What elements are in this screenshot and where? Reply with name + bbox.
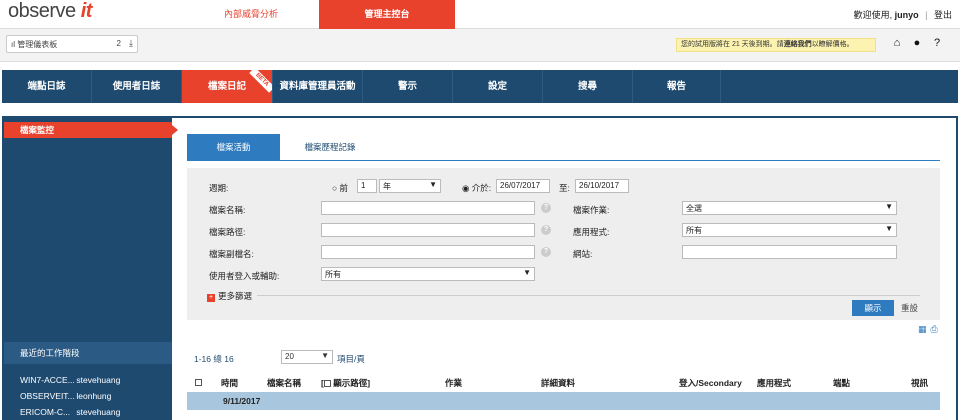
nav-settings[interactable]: 設定 [453, 70, 543, 103]
contact-us-link[interactable]: 連絡我們 [784, 41, 812, 48]
website-label: 網站: [573, 249, 593, 259]
nav-alerts[interactable]: 警示 [363, 70, 453, 103]
reset-button[interactable]: 重設 [901, 300, 918, 316]
dashboard-selector[interactable]: ıl 管理儀表板 2 ⤓ [6, 35, 138, 53]
login-select[interactable]: 所有 ▼ [321, 267, 535, 281]
filename-input[interactable] [321, 201, 535, 215]
website-input[interactable] [682, 245, 897, 259]
session-host: ERICOM-C... [20, 407, 71, 417]
table-header: 時間 檔案名稱 [ 顯示路徑] 作業 詳細資料 登入/Secondary 應用程… [187, 374, 940, 390]
tab-admin-console[interactable]: 管理主控台 [319, 0, 455, 29]
recent-session[interactable]: ERICOM-C... stevehuang [20, 407, 170, 417]
application-label: 應用程式: [573, 227, 610, 237]
col-time[interactable]: 時間 [221, 377, 238, 389]
content-frame: 檔案監控 最近的工作階段 WIN7-ACCE... stevehuang OBS… [2, 116, 958, 420]
prev-unit-select[interactable]: 年 ▼ [379, 179, 441, 193]
bar-chart-icon: ıl [11, 40, 15, 49]
utility-icons: ⌂ ●? [890, 37, 950, 49]
plus-icon: + [207, 294, 215, 302]
beta-badge: BETA [249, 70, 272, 93]
sidebar: 檔案監控 最近的工作階段 WIN7-ACCE... stevehuang OBS… [4, 118, 178, 420]
help-icon[interactable]: ? [541, 203, 551, 213]
session-user: leonhung [76, 391, 112, 401]
nav-file-log[interactable]: 檔案日記 BETA [182, 70, 273, 103]
col-details[interactable]: 詳細資料 [541, 377, 575, 389]
col-filename[interactable]: 檔案名稱 [267, 377, 301, 389]
welcome-text: 歡迎使用, [853, 10, 893, 20]
period-prev-radio[interactable]: ○ 前 [332, 182, 348, 194]
col-operation[interactable]: 作業 [445, 377, 462, 389]
extension-input[interactable] [321, 245, 535, 259]
nav-reports[interactable]: 報告 [633, 70, 721, 103]
filepath-input[interactable] [321, 223, 535, 237]
nav-endpoint-log[interactable]: 端點日誌 [2, 70, 92, 103]
per-page-select[interactable]: 20 ▼ [281, 350, 333, 364]
export-icons: ▦ ⎙ [914, 324, 938, 335]
welcome-area: 歡迎使用, junyo | 登出 [853, 10, 952, 20]
session-host: WIN7-ACCE... [20, 375, 74, 385]
home-icon[interactable]: ⌂ [890, 37, 904, 49]
file-operation-select[interactable]: 全選 ▼ [682, 201, 897, 215]
recent-sessions-title: 最近的工作階段 [4, 342, 172, 364]
lightbulb-icon[interactable]: ● [910, 37, 924, 49]
more-filters-divider [257, 295, 920, 296]
extension-label: 檔案副檔名: [209, 249, 254, 259]
trial-notice: 您的試用版將在 21 天後到期。請連絡我們以瞭解價格。 [676, 38, 876, 52]
nav-search[interactable]: 搜尋 [543, 70, 633, 103]
sidebar-item-file-monitor[interactable]: 檔案監控 [4, 122, 178, 138]
to-label: 至: [559, 183, 570, 193]
main-nav: 端點日誌 使用者日誌 檔案日記 BETA 資料庫管理員活動 警示 設定 搜尋 報… [2, 70, 958, 103]
tab-divider [187, 160, 940, 161]
excel-export-icon[interactable]: ▦ [918, 324, 927, 335]
date-from-input[interactable]: 26/07/2017 [496, 179, 550, 193]
session-user: stevehuang [76, 407, 121, 417]
col-login[interactable]: 登入/Secondary [679, 377, 742, 389]
observeit-logo[interactable]: observe it [8, 0, 92, 23]
top-header: observe it 內部威脅分析 管理主控台 歡迎使用, junyo | 登出 [0, 0, 960, 29]
prev-count-input[interactable]: 1 [357, 179, 377, 193]
show-button[interactable]: 顯示 [852, 300, 894, 316]
period-label: 週期: [209, 183, 229, 193]
per-page-label: 項目/頁 [337, 354, 365, 364]
select-all-checkbox[interactable] [195, 377, 202, 387]
nav-dba-activity[interactable]: 資料庫管理員活動 [273, 70, 363, 103]
logout-link[interactable]: 登出 [934, 10, 952, 20]
session-user: stevehuang [76, 375, 121, 385]
help-icon[interactable]: ? [541, 247, 551, 257]
period-between-radio[interactable]: ◉ 介於: [462, 182, 491, 194]
sub-toolbar: ıl 管理儀表板 2 ⤓ 您的試用版將在 21 天後到期。請連絡我們以瞭解價格。… [0, 29, 960, 62]
file-operation-label: 檔案作業: [573, 205, 610, 215]
paging-summary: 1-16 總 16 [194, 354, 234, 364]
more-filters-toggle[interactable]: + 更多篩選 [207, 290, 252, 302]
filename-label: 檔案名稱: [209, 205, 246, 215]
tab-file-history[interactable]: 檔案歷程記錄 [280, 134, 380, 160]
col-application[interactable]: 應用程式 [757, 377, 791, 389]
date-to-input[interactable]: 26/10/2017 [575, 179, 629, 193]
filepath-label: 檔案路徑: [209, 227, 246, 237]
help-icon[interactable]: ? [541, 225, 551, 235]
application-select[interactable]: 所有 ▼ [682, 223, 897, 237]
print-icon[interactable]: ⎙ [931, 324, 938, 335]
tab-file-activity[interactable]: 檔案活動 [187, 134, 280, 160]
filter-panel: 週期: ○ 前 1 年 ▼ ◉ 介於: 26/07/2017 至: 26/10/2… [187, 168, 940, 320]
recent-session[interactable]: WIN7-ACCE... stevehuang [20, 375, 170, 385]
session-host: OBSERVEIT... [20, 391, 74, 401]
download-icon[interactable]: ⤓ [129, 38, 133, 49]
help-icon[interactable]: ? [930, 37, 944, 49]
nav-user-log[interactable]: 使用者日誌 [92, 70, 182, 103]
dashboard-count: 2 [116, 39, 121, 48]
col-show-path[interactable]: [ 顯示路徑] [321, 377, 370, 389]
date-group-row: 9/11/2017 [187, 392, 940, 410]
recent-session[interactable]: OBSERVEIT... leonhung [20, 391, 170, 401]
col-endpoint[interactable]: 端點 [833, 377, 850, 389]
login-label: 使用者登入或輔助: [209, 271, 280, 281]
col-video[interactable]: 視訊 [911, 377, 928, 389]
user-name: junyo [894, 10, 919, 20]
dashboard-label: 管理儀表板 [17, 40, 58, 49]
tab-insider-threat[interactable]: 內部威脅分析 [183, 0, 319, 29]
